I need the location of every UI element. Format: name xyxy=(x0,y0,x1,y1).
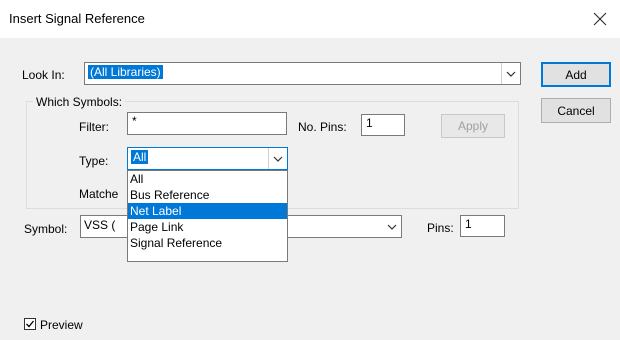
matches-label: Matche xyxy=(79,187,119,201)
look-in-label: Look In: xyxy=(22,68,65,82)
type-label: Type: xyxy=(79,154,109,168)
no-pins-input[interactable]: 1 xyxy=(361,114,405,136)
window-title: Insert Signal Reference xyxy=(9,11,145,26)
type-option-bus-reference[interactable]: Bus Reference xyxy=(128,187,287,203)
look-in-value: (All Libraries) xyxy=(88,65,163,79)
look-in-combo[interactable]: (All Libraries) xyxy=(84,62,521,85)
type-dropdown-list[interactable]: All Bus Reference Net Label Page Link Si… xyxy=(127,170,288,262)
close-button[interactable] xyxy=(580,0,620,38)
filter-input[interactable]: * xyxy=(127,112,287,135)
add-button[interactable]: Add xyxy=(541,62,611,87)
chevron-down-icon[interactable] xyxy=(268,148,287,169)
pins-input[interactable]: 1 xyxy=(460,215,505,237)
checkmark-icon xyxy=(26,320,35,328)
close-icon xyxy=(593,12,607,26)
no-pins-label: No. Pins: xyxy=(298,120,347,134)
title-bar: Insert Signal Reference xyxy=(0,0,620,38)
type-option-page-link[interactable]: Page Link xyxy=(128,219,287,235)
preview-checkbox[interactable] xyxy=(24,318,36,330)
apply-button[interactable]: Apply xyxy=(441,114,505,138)
type-option-signal-reference[interactable]: Signal Reference xyxy=(128,235,287,251)
type-combo[interactable]: All xyxy=(127,147,288,170)
which-symbols-title: Which Symbols: xyxy=(33,95,126,109)
preview-label: Preview xyxy=(40,318,83,332)
type-option-all[interactable]: All xyxy=(128,171,287,187)
symbol-value: VSS ( xyxy=(84,218,116,232)
cancel-button[interactable]: Cancel xyxy=(541,98,611,123)
filter-label: Filter: xyxy=(79,120,109,134)
chevron-down-icon[interactable] xyxy=(383,216,401,237)
type-value: All xyxy=(131,150,149,164)
symbol-label: Symbol: xyxy=(24,222,68,236)
pins-label: Pins: xyxy=(427,221,454,235)
type-option-net-label[interactable]: Net Label xyxy=(128,203,287,219)
chevron-down-icon[interactable] xyxy=(501,63,520,84)
